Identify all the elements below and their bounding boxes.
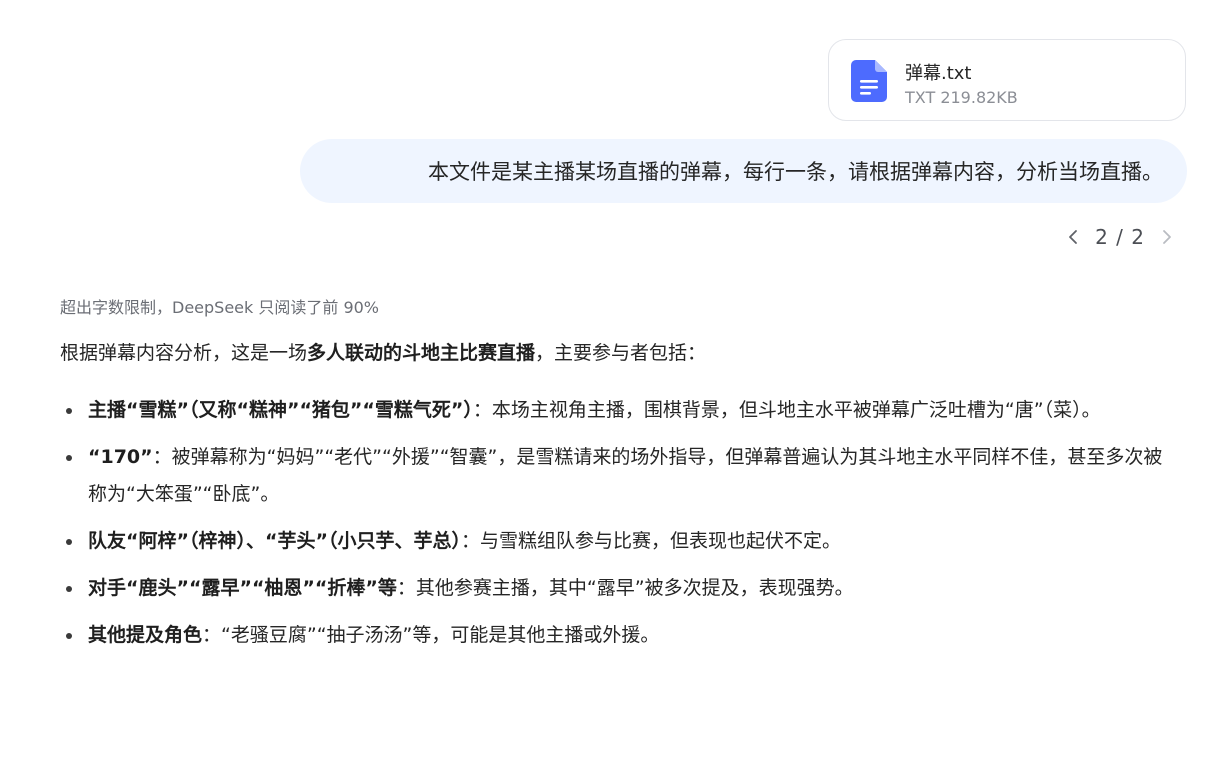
list-item-bold: 主播“雪糕”（又称“糕神”“猪包”“雪糕气死”）	[88, 399, 473, 421]
response-pager: 2 / 2	[1065, 222, 1175, 252]
document-icon	[851, 60, 887, 102]
intro-bold: 多人联动的斗地主比赛直播	[307, 342, 536, 364]
bullet-dot	[66, 539, 72, 545]
list-item: 主播“雪糕”（又称“糕神”“猪包”“雪糕气死”）：本场主视角主播，围棋背景，但斗…	[60, 392, 1175, 429]
list-item: 对手“鹿头”“露早”“柚恩”“折棒”等：其他参赛主播，其中“露早”被多次提及，表…	[60, 570, 1175, 607]
file-meta: TXT 219.82KB	[905, 88, 1018, 107]
list-item-bold: 队友“阿梓”（梓神）、“芋头”（小只芋、芋总）	[88, 530, 461, 552]
list-item-text: ：“老骚豆腐”“抽子汤汤”等，可能是其他主播或外援。	[202, 624, 660, 646]
bullet-dot	[66, 408, 72, 414]
response-intro: 根据弹幕内容分析，这是一场多人联动的斗地主比赛直播，主要参与者包括：	[60, 338, 706, 365]
list-item-bold: 对手“鹿头”“露早”“柚恩”“折棒”等	[88, 577, 397, 599]
list-item: 队友“阿梓”（梓神）、“芋头”（小只芋、芋总）：与雪糕组队参与比赛，但表现也起伏…	[60, 523, 1175, 560]
list-item-text: ：本场主视角主播，围棋背景，但斗地主水平被弹幕广泛吐槽为“唐”（菜）。	[472, 399, 1101, 421]
chevron-left-icon[interactable]	[1065, 229, 1081, 245]
truncation-notice: 超出字数限制，DeepSeek 只阅读了前 90%	[60, 298, 380, 317]
participant-list: 主播“雪糕”（又称“糕神”“猪包”“雪糕气死”）：本场主视角主播，围棋背景，但斗…	[60, 392, 1175, 664]
file-attachment-card[interactable]: 弹幕.txt TXT 219.82KB	[828, 39, 1186, 121]
bullet-dot	[66, 455, 72, 461]
user-message-bubble: 本文件是某主播某场直播的弹幕，每行一条，请根据弹幕内容，分析当场直播。	[300, 139, 1187, 203]
user-message-text: 本文件是某主播某场直播的弹幕，每行一条，请根据弹幕内容，分析当场直播。	[428, 160, 1163, 184]
intro-prefix: 根据弹幕内容分析，这是一场	[60, 342, 308, 364]
list-item-bold: 其他提及角色	[88, 624, 203, 646]
bullet-dot	[66, 586, 72, 592]
list-item-text: ：其他参赛主播，其中“露早”被多次提及，表现强势。	[396, 577, 854, 599]
chevron-right-icon[interactable]	[1159, 229, 1175, 245]
pager-text: 2 / 2	[1095, 225, 1145, 249]
list-item-text: ：与雪糕组队参与比赛，但表现也起伏不定。	[460, 530, 841, 552]
list-item: 其他提及角色：“老骚豆腐”“抽子汤汤”等，可能是其他主播或外援。	[60, 617, 1175, 654]
file-name: 弹幕.txt	[905, 63, 972, 84]
bullet-dot	[66, 633, 72, 639]
list-item-text: ：被弹幕称为“妈妈”“老代”“外援”“智囊”，是雪糕请来的场外指导，但弹幕普遍认…	[88, 446, 1163, 505]
list-item-bold: “170”	[88, 446, 153, 468]
list-item: “170”：被弹幕称为“妈妈”“老代”“外援”“智囊”，是雪糕请来的场外指导，但…	[60, 439, 1175, 513]
intro-suffix: ，主要参与者包括：	[535, 342, 707, 364]
